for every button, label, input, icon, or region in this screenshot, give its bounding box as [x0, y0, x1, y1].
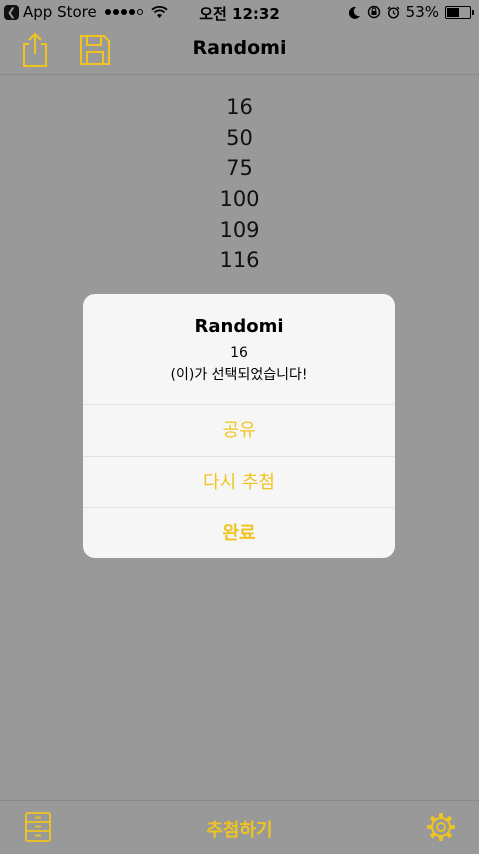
battery-icon [445, 5, 474, 19]
moon-icon [348, 6, 360, 19]
battery-fill [447, 7, 459, 17]
status-right: 53% [348, 3, 474, 21]
result-alert-dialog: Randomi 16 (이)가 선택되었습니다! 공유 다시 추첨 완료 [83, 294, 395, 558]
drawn-number: 109 [219, 217, 260, 242]
drawn-number: 16 [226, 95, 253, 119]
drawn-number: 116 [219, 248, 260, 273]
alarm-icon [387, 6, 400, 19]
nav-title: Randomi [192, 37, 287, 59]
navigation-bar: Randomi [0, 24, 479, 75]
bottom-toolbar: 추첨하기 [0, 800, 479, 854]
alert-title: Randomi [194, 316, 284, 337]
drawn-number: 75 [226, 156, 253, 181]
alert-message: (이)가 선택되었습니다! [170, 367, 308, 383]
done-button[interactable]: 완료 [83, 507, 395, 558]
drawn-number: 50 [226, 125, 253, 150]
drawn-numbers-list: 16 50 75 100 109 116 [0, 92, 479, 276]
alert-selected-value: 16 [230, 345, 248, 361]
battery-percent: 53% [405, 3, 439, 21]
draw-button[interactable]: 추첨하기 [0, 816, 479, 842]
share-button[interactable]: 공유 [83, 404, 395, 456]
draw-again-button[interactable]: 다시 추첨 [83, 456, 395, 508]
status-bar: ❮ App Store 오전 12:32 53% [0, 0, 479, 24]
rotation-lock-icon [367, 5, 380, 19]
settings-icon[interactable] [426, 812, 456, 842]
drawn-number: 100 [219, 187, 260, 212]
